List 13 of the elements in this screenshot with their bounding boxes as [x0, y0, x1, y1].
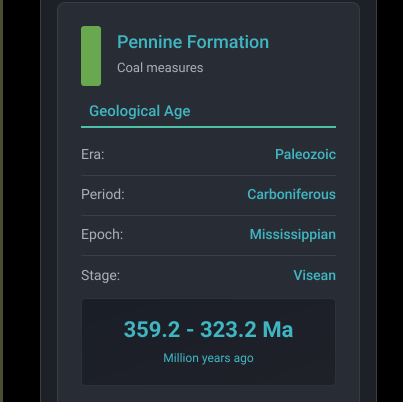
row-label: Stage:	[81, 266, 120, 286]
row-value: Carboniferous	[247, 186, 336, 205]
row-value: Mississippian	[250, 226, 336, 245]
row-value: Paleozoic	[274, 146, 336, 165]
row-label: Epoch:	[81, 226, 124, 245]
age-range-value: 359.2 - 323.2 Ma	[124, 317, 294, 345]
formation-description: Coal measures	[117, 61, 204, 77]
row-label: Period:	[81, 186, 125, 205]
age-range-unit: Million years ago	[163, 350, 254, 367]
section-header: Geological Age	[81, 99, 336, 128]
formation-title: Pennine Formation	[117, 31, 270, 55]
row-label: Era:	[81, 146, 104, 165]
row-value: Visean	[293, 266, 336, 286]
